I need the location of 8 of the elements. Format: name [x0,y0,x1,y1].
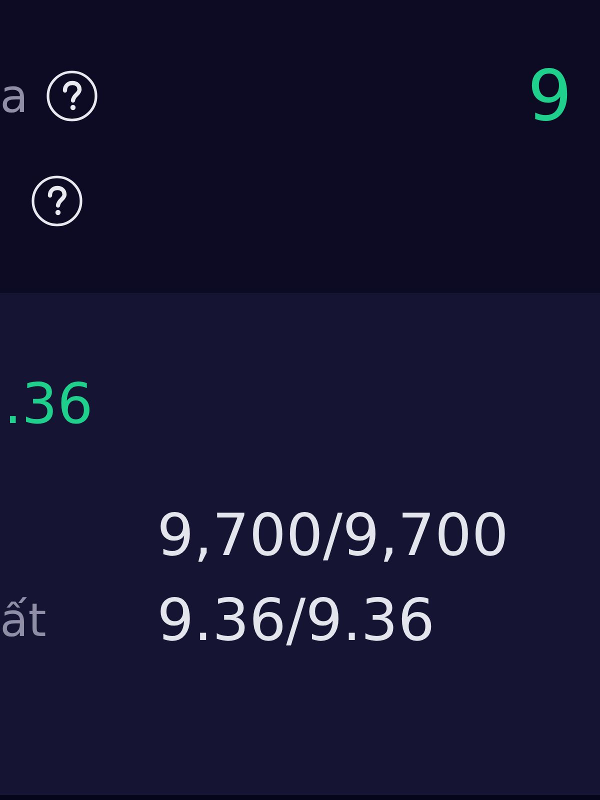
detail-value: 9.36/9.36 [157,585,436,655]
stat-label: a [0,73,28,119]
help-icon[interactable] [46,70,98,122]
detail-label: ất [0,597,46,643]
price-value: .36 [3,371,94,439]
help-icon[interactable] [31,175,83,227]
detail-value: 9,700/9,700 [157,500,509,570]
stat-value: 9 [527,61,572,131]
